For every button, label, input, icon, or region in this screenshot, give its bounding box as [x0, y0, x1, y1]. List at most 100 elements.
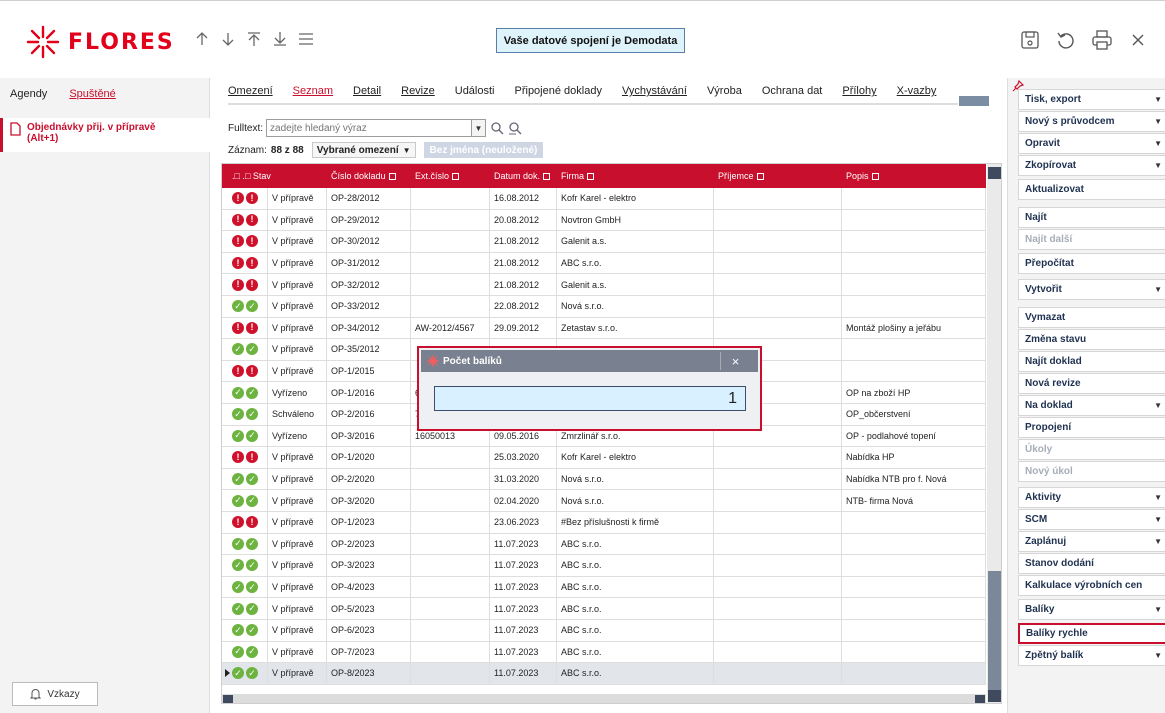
action-novy-ukol[interactable]: Nový úkol [1018, 461, 1165, 482]
tab-pripojene-doklady[interactable]: Připojené doklady [515, 85, 602, 97]
arrow-top-icon[interactable] [242, 27, 266, 51]
vertical-scrollbar[interactable] [987, 164, 1001, 703]
save-icon[interactable] [1017, 27, 1043, 53]
running-agenda-item[interactable]: Objednávky přij. v přípravě (Alt+1) [0, 118, 210, 152]
tab-spustene[interactable]: Spuštěné [69, 88, 115, 106]
fulltext-input[interactable] [266, 119, 473, 137]
tab-vychystavani[interactable]: Vychystávání [622, 85, 687, 97]
action-zpetny-balik[interactable]: Zpětný balík ▼ [1018, 645, 1165, 666]
action-aktualizovat[interactable]: Aktualizovat [1018, 179, 1165, 200]
filter-select[interactable]: Vybrané omezení ▼ [311, 142, 416, 158]
table-row[interactable]: !! V přípravě OP-31/2012 21.08.2012 ABC s.r.… [222, 252, 986, 275]
cell-prijemce [714, 252, 842, 274]
tab-ochrana-dat[interactable]: Ochrana dat [762, 85, 823, 97]
chevron-down-icon: ▼ [1154, 651, 1162, 660]
action-tisk-export[interactable]: Tisk, export ▼ [1018, 89, 1165, 110]
print-icon[interactable] [1089, 27, 1115, 53]
action-zaplanuj[interactable]: Zaplánuj ▼ [1018, 531, 1165, 552]
action-najit[interactable]: Najít [1018, 207, 1165, 228]
sort-box-icon [388, 172, 396, 180]
tab-vyroba[interactable]: Výroba [707, 85, 742, 97]
scroll-down-button[interactable] [988, 690, 1001, 702]
tabs-scroll-arrows[interactable] [959, 96, 989, 106]
tab-agendy[interactable]: Agendy [10, 88, 47, 106]
col-ext-cislo[interactable]: Ext.číslo [411, 164, 495, 188]
arrow-bottom-icon[interactable] [268, 27, 292, 51]
action-baliky[interactable]: Balíky ▼ [1018, 599, 1165, 620]
grid-rows: !! V přípravě OP-28/2012 16.08.2012 Kofr Kar… [222, 188, 986, 703]
action-baliky-rychle[interactable]: Balíky rychle [1018, 623, 1165, 644]
tab-revize[interactable]: Revize [401, 85, 435, 97]
tab-udalosti[interactable]: Události [455, 85, 495, 97]
action-vytvorit[interactable]: Vytvořit ▼ [1018, 279, 1165, 300]
action-ukoly[interactable]: Úkoly [1018, 439, 1165, 460]
col-firma[interactable]: Firma [557, 164, 707, 188]
table-row[interactable]: !! V přípravě OP-29/2012 20.08.2012 Novtron … [222, 209, 986, 232]
arrow-down-icon[interactable] [216, 27, 240, 51]
action-opravit[interactable]: Opravit ▼ [1018, 133, 1165, 154]
action-propojeni[interactable]: Propojení [1018, 417, 1165, 438]
tab-detail[interactable]: Detail [353, 85, 381, 97]
status-green-icon: ✓ [246, 581, 258, 594]
table-row[interactable]: ✓ ✓ V přípravě OP-33/2012 22.08.2012 Nová s.r… [222, 296, 986, 318]
tab-prilohy[interactable]: Přílohy [842, 85, 876, 97]
table-row[interactable]: !! V přípravě OP-34/2012 AW-2012/4567 29.09.… [222, 317, 986, 340]
vzkazy-button[interactable]: Vzkazy [12, 682, 98, 706]
table-row[interactable]: ✓ ✓ V přípravě OP-3/2023 11.07.2023 ABC s.r.o… [222, 555, 986, 577]
table-row[interactable]: !! V přípravě OP-1/2020 25.03.2020 Kofr Kare… [222, 447, 986, 469]
action-nova-revize[interactable]: Nová revize [1018, 373, 1165, 394]
arrow-up-icon[interactable] [190, 27, 214, 51]
fulltext-dropdown[interactable]: ▼ [472, 119, 487, 137]
advanced-search-icon[interactable] [508, 121, 522, 135]
table-row[interactable]: ✓ ✓ V přípravě OP-5/2023 11.07.2023 ABC s.r.o… [222, 598, 986, 620]
horizontal-scrollbar[interactable] [222, 694, 986, 703]
menu-icon[interactable] [294, 27, 318, 51]
action-najit-doklad[interactable]: Najít doklad [1018, 351, 1165, 372]
table-row[interactable]: ✓ ✓ V přípravě OP-7/2023 11.07.2023 ABC s.r.o… [222, 641, 986, 664]
action-stanov-dodani[interactable]: Stanov dodání [1018, 553, 1165, 574]
col-cislo-dokladu[interactable]: Číslo dokladu [327, 164, 411, 188]
cell-prijemce [714, 209, 842, 231]
table-row[interactable]: !! V přípravě OP-32/2012 21.08.2012 Galenit … [222, 274, 986, 296]
action-najit-dalsi[interactable]: Najít další [1018, 229, 1165, 250]
cell-prijemce [714, 274, 842, 295]
action-scm[interactable]: SCM ▼ [1018, 509, 1165, 530]
dialog-close-button[interactable]: × [720, 352, 750, 370]
refresh-icon[interactable] [1053, 27, 1079, 53]
table-row[interactable]: ✓ ✓ V přípravě OP-6/2023 11.07.2023 ABC s.r.o… [222, 620, 986, 642]
status-green-icon: ✓ [246, 559, 258, 572]
col-prijemce[interactable]: Příjemce [714, 164, 842, 188]
action-aktivity[interactable]: Aktivity ▼ [1018, 487, 1165, 508]
close-icon[interactable] [1125, 27, 1151, 53]
col-popis[interactable]: Popis [842, 164, 982, 188]
scroll-thumb[interactable] [988, 571, 1001, 691]
action-prepocitat[interactable]: Přepočítat [1018, 253, 1165, 274]
action-zkopirovat[interactable]: Zkopírovat ▼ [1018, 155, 1165, 176]
status-red-icon: ! [232, 192, 244, 205]
scroll-left-button[interactable] [223, 695, 233, 703]
scroll-right-button[interactable] [975, 695, 985, 703]
scroll-up-button[interactable] [988, 167, 1001, 179]
table-row[interactable]: !! V přípravě OP-28/2012 16.08.2012 Kofr Kar… [222, 188, 986, 210]
search-icon[interactable] [490, 121, 504, 135]
action-novy-s-pruvodcem[interactable]: Nový s průvodcem ▼ [1018, 111, 1165, 132]
tab-omezeni[interactable]: Omezení [228, 85, 273, 97]
table-row[interactable]: ✓ ✓ V přípravě OP-3/2020 02.04.2020 Nová s.r.… [222, 490, 986, 512]
action-vymazat[interactable]: Vymazat [1018, 307, 1165, 328]
table-row[interactable]: ✓ ✓ V přípravě OP-4/2023 11.07.2023 ABC s.r.o… [222, 576, 986, 599]
table-row[interactable]: ✓ ✓ V přípravě OP-2/2020 31.03.2020 Nová s.r.… [222, 468, 986, 491]
table-row[interactable]: !! V přípravě OP-1/2023 23.06.2023 #Bez přís… [222, 512, 986, 534]
cell-datum: 22.08.2012 [490, 296, 557, 317]
action-zmena-stavu[interactable]: Změna stavu [1018, 329, 1165, 350]
action-na-doklad[interactable]: Na doklad ▼ [1018, 395, 1165, 416]
action-kalkulace-vyrobnich-cen[interactable]: Kalkulace výrobních cen [1018, 575, 1165, 596]
col-flags[interactable]: .□ .□ Stav [222, 164, 271, 188]
table-row[interactable]: !! V přípravě OP-30/2012 21.08.2012 Galenit … [222, 231, 986, 253]
table-row[interactable]: ✓ ✓ V přípravě OP-8/2023 11.07.2023 ABC s.r.o… [222, 663, 986, 685]
tab-x-vazby[interactable]: X-vazby [897, 85, 937, 97]
chevron-down-icon: ▼ [1154, 515, 1162, 524]
package-count-input[interactable] [434, 386, 746, 411]
table-row[interactable]: ✓ ✓ V přípravě OP-2/2023 11.07.2023 ABC s.r.o… [222, 533, 986, 556]
tab-seznam[interactable]: Seznam [293, 85, 333, 97]
col-datum-dok[interactable]: Datum dok. [490, 164, 562, 188]
